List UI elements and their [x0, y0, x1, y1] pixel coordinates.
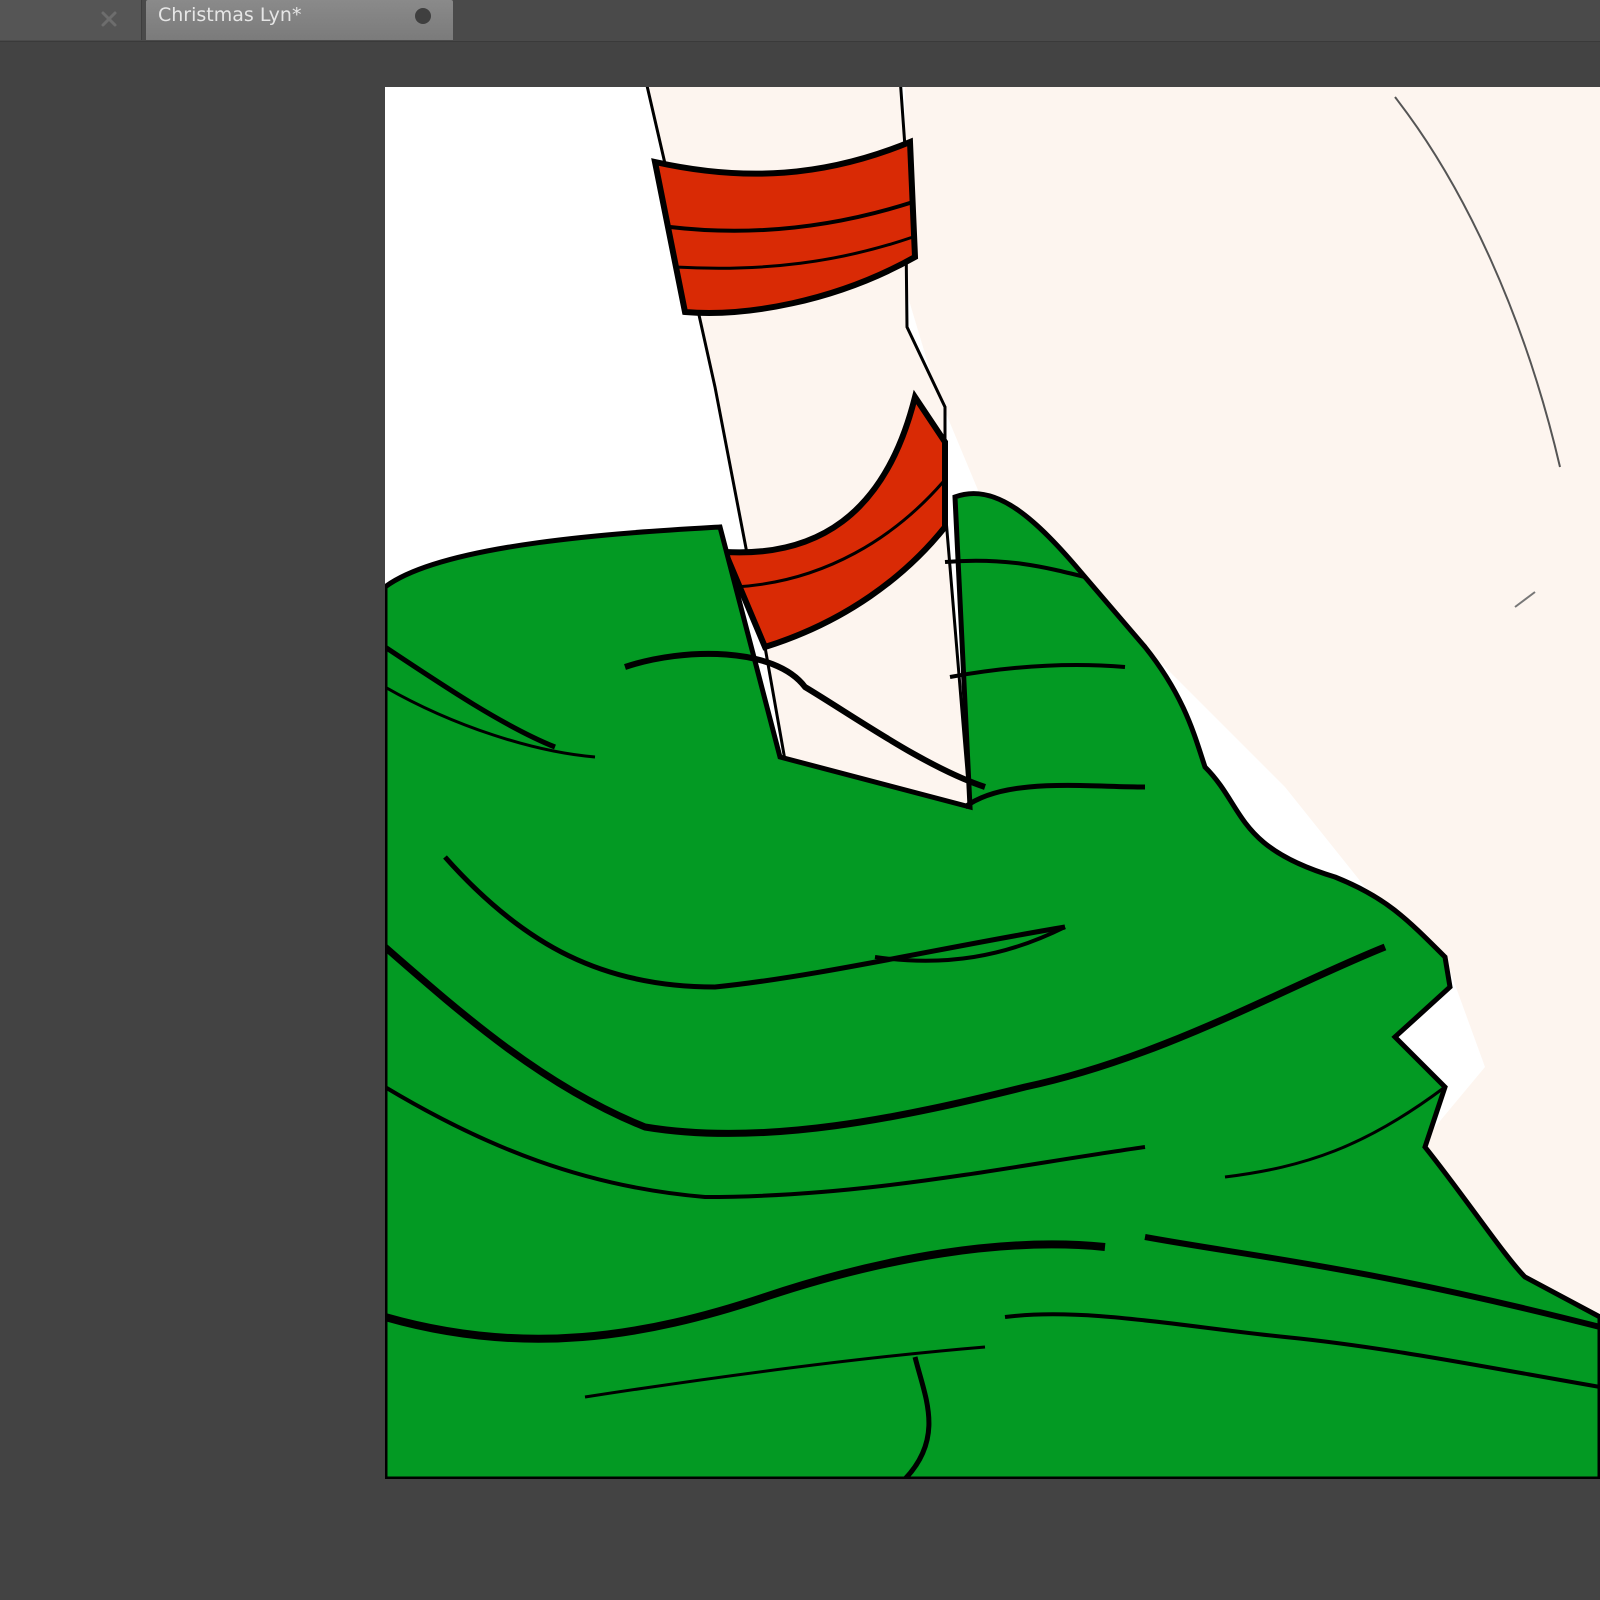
close-x-icon[interactable]: [98, 8, 120, 30]
artwork: [385, 87, 1600, 1479]
drawing-canvas[interactable]: [385, 87, 1600, 1479]
document-tab-bar: Christmas Lyn*: [0, 0, 1600, 42]
paint-app-window: Christmas Lyn*: [0, 0, 1600, 1600]
document-tab-inactive[interactable]: [0, 0, 142, 40]
document-tab-active[interactable]: Christmas Lyn*: [146, 0, 453, 40]
unsaved-dot-icon[interactable]: [415, 8, 431, 24]
canvas-workspace[interactable]: [0, 42, 1600, 1600]
document-tab-title: Christmas Lyn*: [158, 4, 302, 26]
